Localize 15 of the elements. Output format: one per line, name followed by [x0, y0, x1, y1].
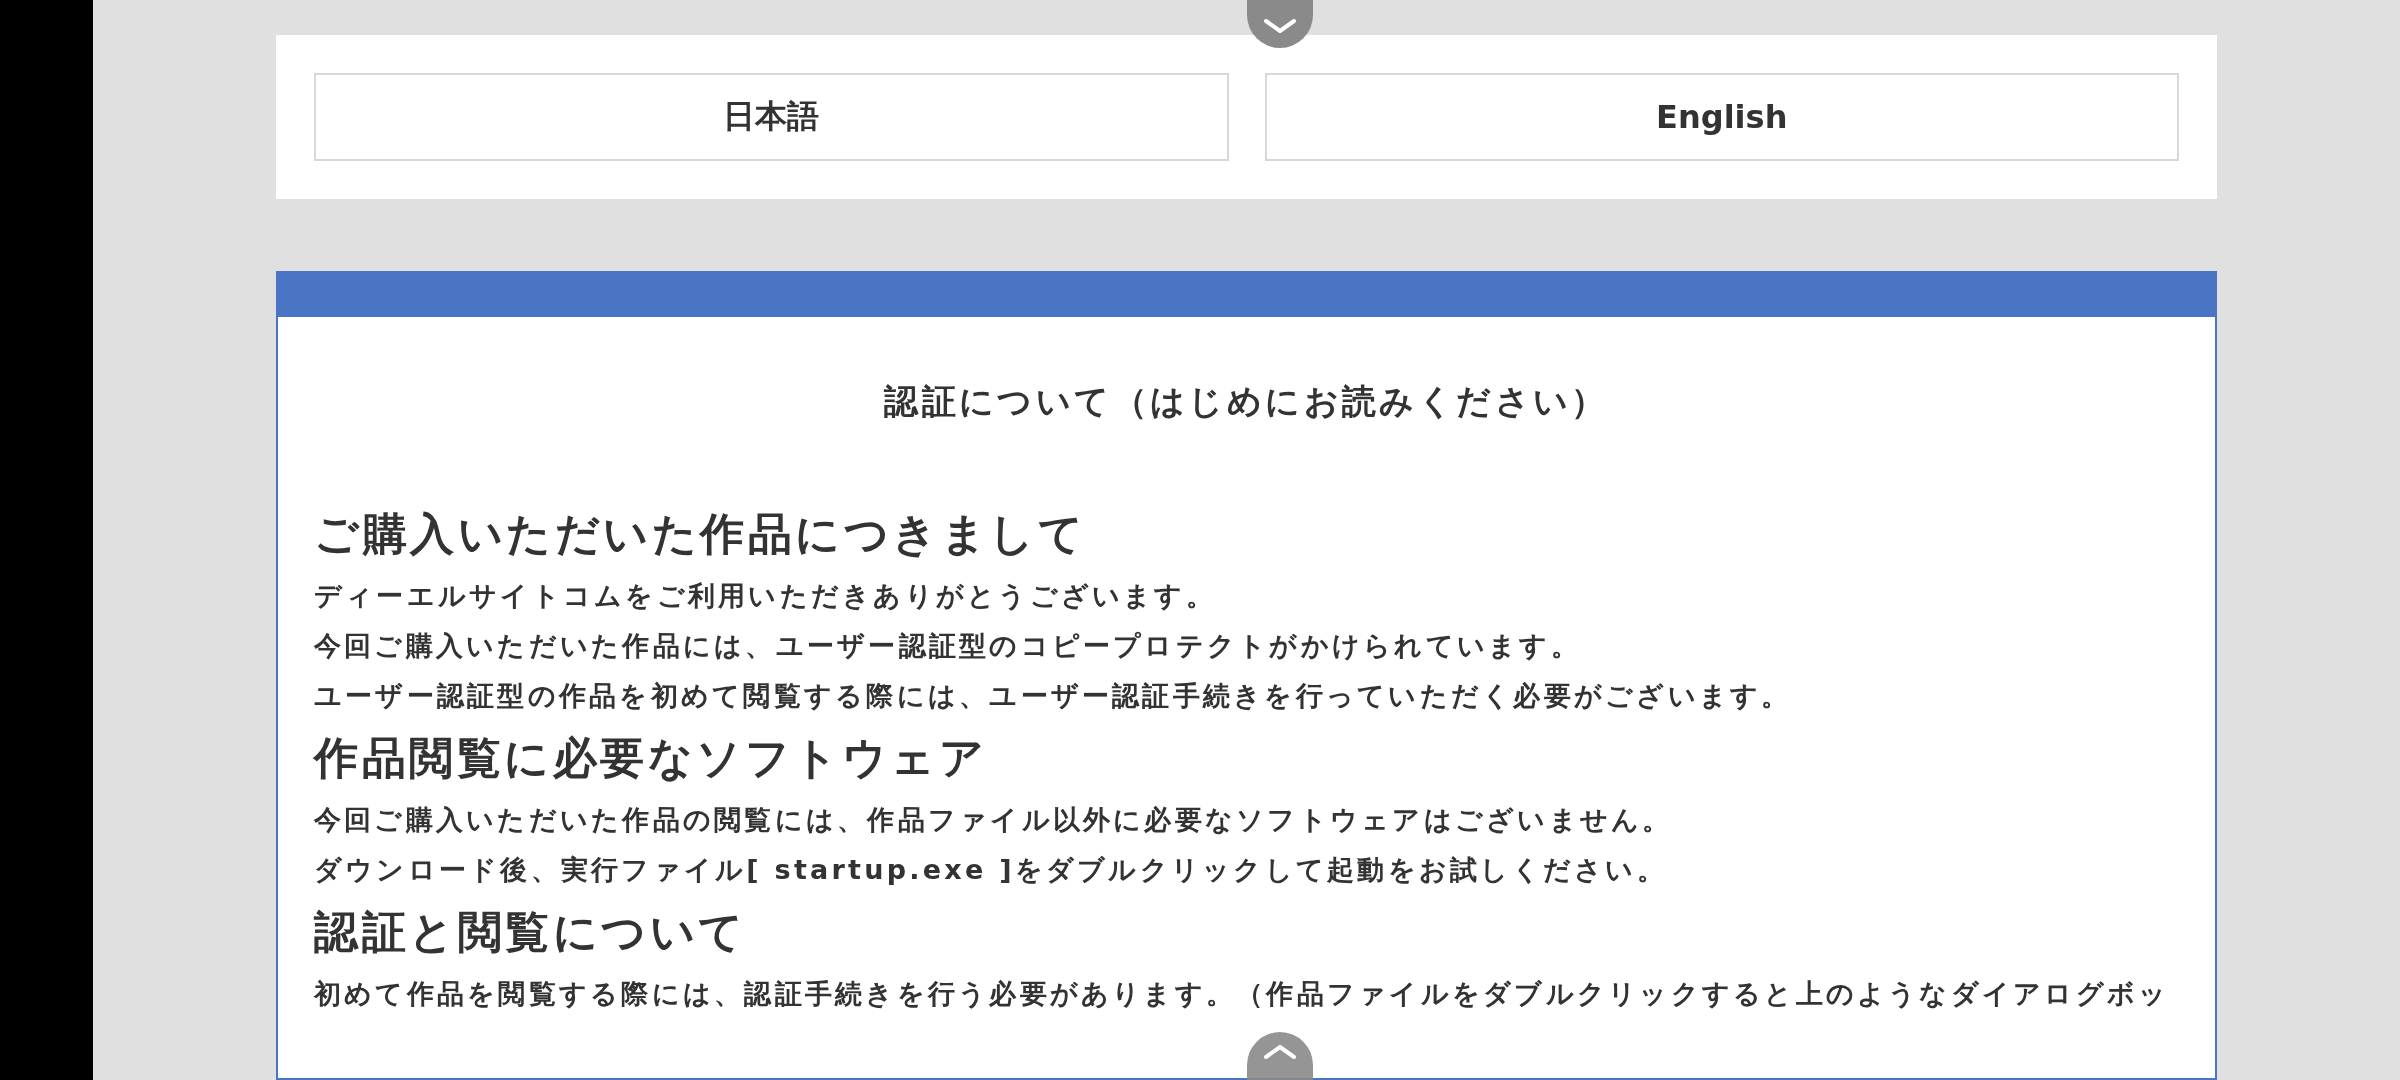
- language-button[interactable]: 日本語: [314, 73, 1229, 161]
- paragraph: 今回ご購入いただいた作品には、ユーザー認証型のコピープロテクトがかけられています。: [314, 629, 1582, 663]
- chevron-up-icon: [1263, 1044, 1297, 1060]
- chevron-down-icon: [1263, 18, 1297, 34]
- paragraph: ディーエルサイトコムをご利用いただきありがとうございます。: [314, 579, 1217, 613]
- paragraph: 今回ご購入いただいた作品の閲覧には、作品ファイル以外に必要なソフトウェアはございません。: [314, 803, 1674, 837]
- section-heading: 作品閲覧に必要なソフトウェア: [314, 731, 989, 785]
- paragraph: 初めて作品を閲覧する際には、認証手続きを行う必要があります。（作品ファイルをダブルクリックすると上のようなダイアログボッ: [314, 977, 2171, 1011]
- language-button[interactable]: English: [1264, 73, 2179, 161]
- paragraph: ダウンロード後、実行ファイル[ startup.exe ]をダブルクリックして起動をお試しください。: [314, 853, 1668, 887]
- panel-title: 認証について（はじめにお読みください）: [883, 380, 1610, 423]
- paragraph: ユーザー認証型の作品を初めて閲覧する際には、ユーザー認証手続きを行っていただく必要がございます。: [314, 679, 1793, 713]
- section-heading: 認証と閲覧について: [314, 905, 748, 959]
- section-heading: ご購入いただいた作品につきまして: [314, 507, 1088, 561]
- scroll-down-button[interactable]: [1247, 0, 1313, 48]
